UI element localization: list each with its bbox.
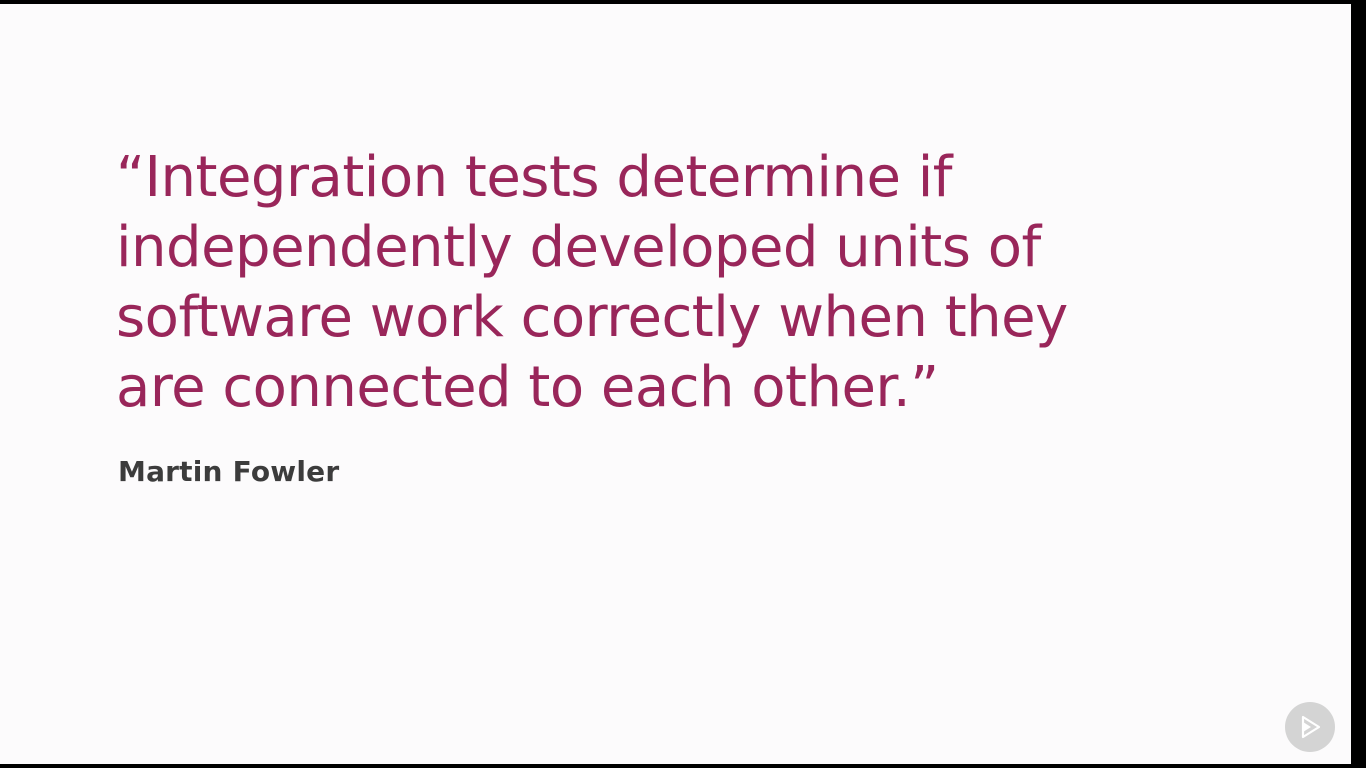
quote-line: independently developed units of [116,215,1041,280]
quote-text: “Integration tests determine if independ… [116,143,1296,423]
play-logo-icon [1301,715,1321,739]
window-edge [1351,0,1366,768]
quote-line: “Integration tests determine if [116,145,952,210]
slide-frame: “Integration tests determine if independ… [0,4,1351,764]
quote-line: software work correctly when they [116,285,1068,350]
play-button[interactable] [1285,702,1335,752]
quote-author: Martin Fowler [118,455,340,488]
quote-line: are connected to each other.” [116,355,939,420]
